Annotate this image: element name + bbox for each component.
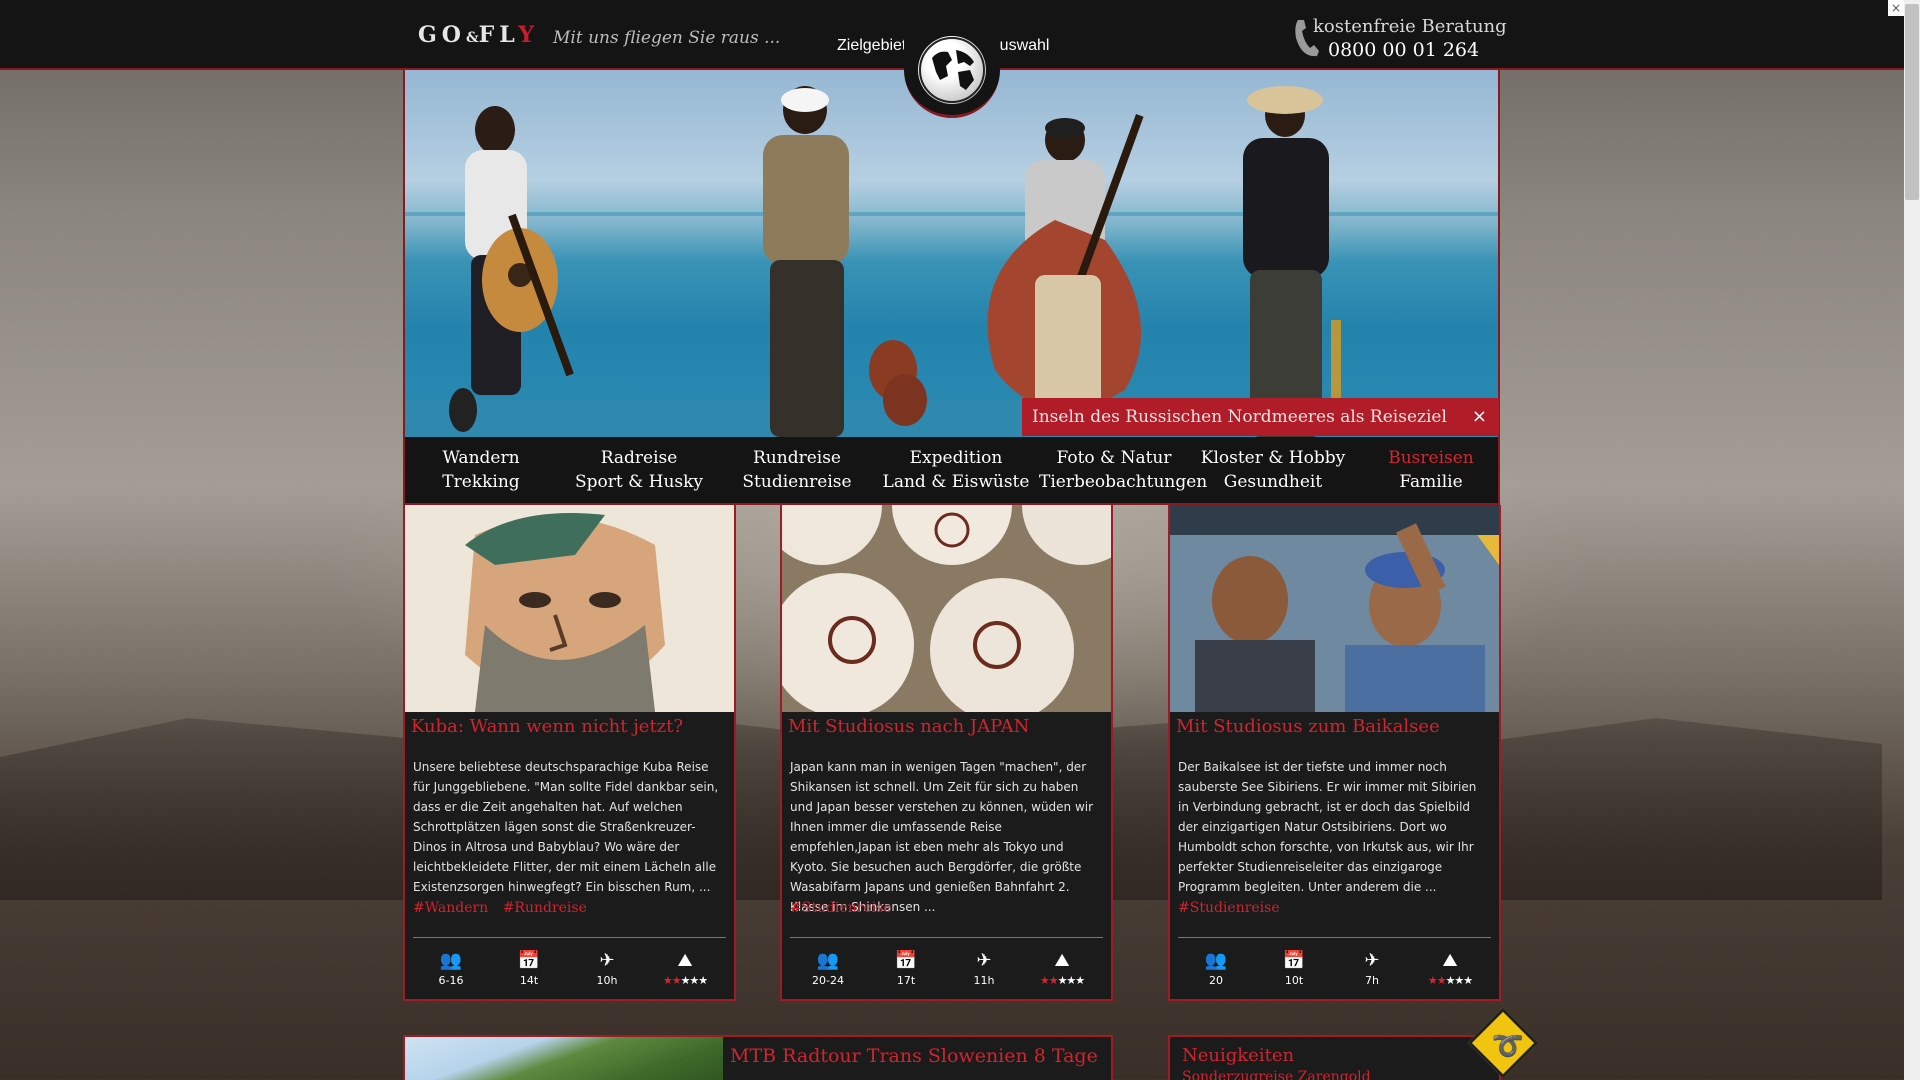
logo[interactable]: GO&FLY — [418, 22, 539, 48]
close-icon[interactable]: × — [1472, 398, 1487, 436]
feature-trip-card[interactable]: MTB Radtour Trans Slowenien 8 Tage — [403, 1035, 1113, 1080]
trip-card[interactable]: Mit Studiosus nach JAPAN Japan kann man … — [780, 505, 1113, 1001]
destination-notice: Inseln des Russischen Nordmeeres als Rei… — [1022, 398, 1499, 465]
difficulty: ⛰ ★★★★★ — [649, 948, 721, 987]
group-icon: 👥 — [1204, 950, 1228, 971]
news-item[interactable]: Sonderzugreise Zarengold — [1182, 1069, 1371, 1080]
trip-tags: #Studienreise — [1178, 900, 1290, 916]
rating-stars: ★★★★★ — [662, 974, 708, 987]
group-icon: 👥 — [816, 950, 840, 971]
category-busreisen[interactable]: Busreisen Familie — [1356, 446, 1506, 494]
buns-illustration — [782, 505, 1111, 712]
category-wandern[interactable]: Wandern Trekking — [406, 446, 556, 494]
plane-icon: ✈ — [976, 950, 992, 971]
category-nav: Wandern Trekking Radreise Sport & Husky Ru… — [403, 437, 1500, 505]
scrollbar-thumb[interactable] — [1905, 4, 1919, 200]
trip-image[interactable] — [1170, 505, 1499, 712]
fishermen-illustration — [1170, 505, 1499, 712]
feature-trip-image[interactable] — [405, 1037, 723, 1080]
trip-title[interactable]: Kuba: Wann wenn nicht jetzt? — [411, 716, 683, 737]
trip-tags: #Wandern #Rundreise — [413, 900, 597, 916]
calendar-icon: 📅 — [517, 950, 541, 971]
trip-description: Der Baikalsee ist der tiefste und immer … — [1178, 760, 1477, 894]
tag-link[interactable]: #Studienreise — [1178, 900, 1280, 916]
category-radreise[interactable]: Radreise Sport & Husky — [564, 446, 714, 494]
trip-image[interactable] — [405, 505, 734, 712]
portrait-illustration — [405, 505, 734, 712]
musicians-illustration — [405, 86, 1498, 437]
tag-link[interactable]: #Wandern — [413, 900, 488, 916]
calendar-icon: 📅 — [1282, 950, 1306, 971]
mountain-icon: ⛰ — [1442, 950, 1458, 971]
globe-icon — [918, 36, 986, 104]
trip-image[interactable] — [782, 505, 1111, 712]
duration: 📅 14t — [493, 948, 565, 987]
rating-stars: ★★★★★ — [1427, 974, 1473, 987]
news-title: Neuigkeiten — [1182, 1045, 1295, 1066]
trip-description: Japan kann man in wenigen Tagen "machen"… — [790, 760, 1094, 914]
trip-card[interactable]: Kuba: Wann wenn nicht jetzt? Unsere beli… — [403, 505, 736, 1001]
duration: 📅 10t — [1258, 948, 1330, 987]
group-size: 👥 20 — [1180, 948, 1252, 987]
group-icon: 👥 — [439, 950, 463, 971]
nav-destination-link[interactable]: Zielgebiets — [837, 37, 914, 55]
category-foto-natur[interactable]: Foto & Natur Tierbeobachtungen — [1039, 446, 1207, 494]
trip-title[interactable]: Mit Studiosus zum Baikalsee — [1176, 716, 1440, 737]
difficulty: ⛰ ★★★★★ — [1026, 948, 1098, 987]
plane-icon: ✈ — [599, 950, 615, 971]
difficulty: ⛰ ★★★★★ — [1414, 948, 1486, 987]
rating-stars: ★★★★★ — [1039, 974, 1085, 987]
trip-title[interactable]: Mit Studiosus nach JAPAN — [788, 716, 1029, 737]
trip-card[interactable]: Mit Studiosus zum Baikalsee Der Baikalse… — [1168, 505, 1501, 1001]
flight-time: ✈ 11h — [948, 948, 1020, 987]
phone-number[interactable]: 0800 00 01 264 — [1328, 39, 1479, 61]
tag-link[interactable]: #Studienreise — [790, 900, 892, 916]
group-size: 👥 20-24 — [792, 948, 864, 987]
news-box: Neuigkeiten Sonderzugreise Zarengold — [1168, 1035, 1501, 1080]
category-rundreise[interactable]: Rundreise Studienreise — [722, 446, 872, 494]
tagline: Mit uns fliegen Sie raus ... — [553, 28, 781, 48]
divider — [790, 937, 1103, 938]
divider — [413, 937, 726, 938]
category-kloster-hobby[interactable]: Kloster & Hobby Gesundheit — [1198, 446, 1348, 494]
trip-description: Unsere beliebtese deutschsparachige Kuba… — [413, 760, 719, 894]
category-expedition[interactable]: Expedition Land & Eiswüste — [881, 446, 1031, 494]
group-size: 👥 6-16 — [415, 948, 487, 987]
divider — [1178, 937, 1491, 938]
calendar-icon: 📅 — [894, 950, 918, 971]
close-icon[interactable]: × — [1888, 0, 1904, 16]
duration: 📅 17t — [870, 948, 942, 987]
plane-icon: ✈ — [1364, 950, 1380, 971]
trip-tags: #Studienreise — [790, 900, 902, 916]
mountain-icon: ⛰ — [677, 950, 693, 971]
tag-link[interactable]: #Rundreise — [503, 900, 587, 916]
flight-time: ✈ 7h — [1336, 948, 1408, 987]
feature-trip-title[interactable]: MTB Radtour Trans Slowenien 8 Tage — [730, 1045, 1098, 1067]
flight-time: ✈ 10h — [571, 948, 643, 987]
hero-image — [403, 70, 1500, 437]
mountain-icon: ⛰ — [1054, 950, 1070, 971]
phone-label: kostenfreie Beratung — [1313, 16, 1507, 37]
